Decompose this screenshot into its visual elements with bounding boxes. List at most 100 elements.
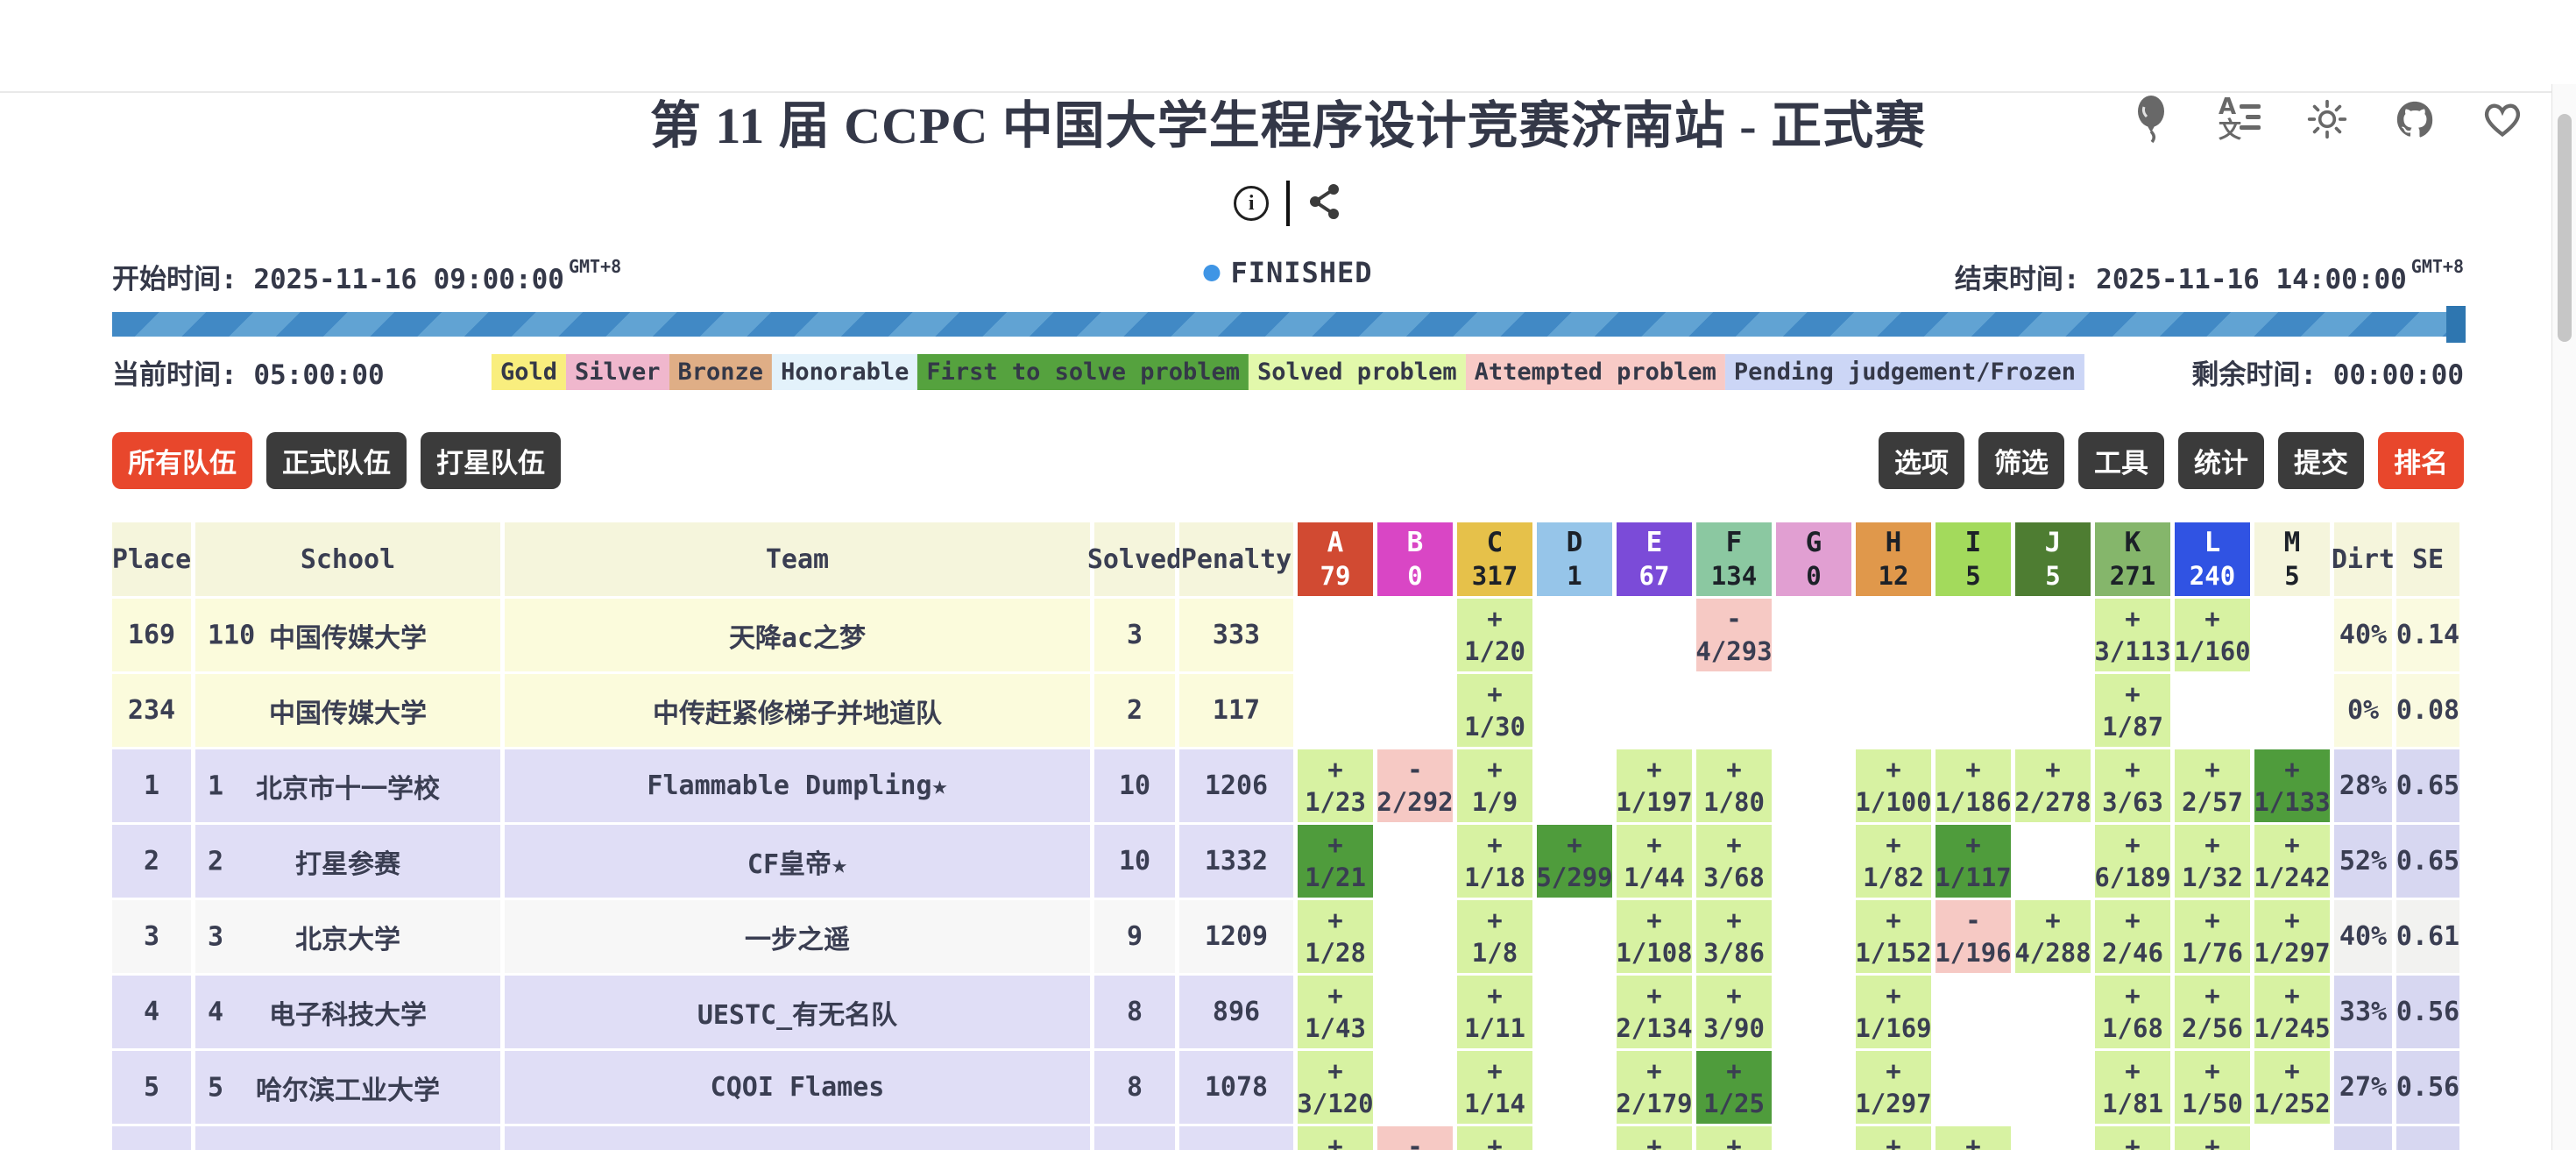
place-cell: 169	[112, 599, 191, 671]
problem-cell-A: +1/111	[1298, 1126, 1373, 1150]
team-cell[interactable]: Flammable Dumpling★	[505, 749, 1090, 822]
problem-cell-J	[2015, 976, 2091, 1048]
team-cell[interactable]: UESTC_有无名队	[505, 976, 1090, 1048]
problem-header-D: D1	[1537, 522, 1612, 596]
problem-cell-B	[1377, 599, 1453, 671]
toolbar-row: 所有队伍正式队伍打星队伍 选项筛选工具统计提交排名	[112, 432, 2464, 489]
problem-cell-C: +1/30	[1457, 674, 1532, 747]
school-cell: 2打星参赛	[195, 825, 500, 898]
problem-cell-M: +1/133	[2254, 749, 2330, 822]
team-name: UESTC_有无名队	[505, 993, 1090, 1032]
team-cell[interactable]: 中传赶紧修梯子并地道队	[505, 674, 1090, 747]
team-row[interactable]: 55哈尔滨工业大学CQOI Flames81078+3/120+1/14+2/1…	[112, 1051, 2464, 1124]
legend-badge: Pending judgement/Frozen	[1725, 354, 2084, 390]
problem-cell-F	[1696, 674, 1772, 747]
problem-cell-M: +1/242	[2254, 825, 2330, 898]
school-rank: 110	[208, 620, 255, 650]
penalty-cell: 333	[1179, 599, 1293, 671]
problem-header-K: K271	[2095, 522, 2170, 596]
action-button[interactable]: 工具	[2078, 432, 2164, 489]
legend-badge: Attempted problem	[1466, 354, 1725, 390]
contest-progress-bar[interactable]	[112, 312, 2464, 337]
problem-cell-L: +1/95	[2175, 1126, 2250, 1150]
problem-cell-K: +2/55	[2095, 1126, 2170, 1150]
problem-cell-C: +1/9	[1457, 749, 1532, 822]
team-cell[interactable]: 一步之遥	[505, 900, 1090, 973]
scrollbar-thumb[interactable]	[2558, 114, 2572, 342]
penalty-cell: 1087	[1179, 1126, 1293, 1150]
school-name: 中国传媒大学	[269, 692, 427, 730]
filter-button[interactable]: 打星队伍	[421, 432, 561, 489]
problem-cell-K: +1/81	[2095, 1051, 2170, 1124]
team-row[interactable]: 234中国传媒大学中传赶紧修梯子并地道队2117+1/30+1/870%0.08	[112, 674, 2464, 747]
school-name: 复旦大学	[295, 1144, 400, 1150]
problem-cell-M: +1/252	[2254, 1051, 2330, 1124]
problem-cell-J	[2015, 674, 2091, 747]
filter-button[interactable]: 所有队伍	[112, 432, 252, 489]
problem-cell-E: +2/193	[1617, 1126, 1692, 1150]
penalty-cell: 1209	[1179, 900, 1293, 973]
team-row[interactable]: 11北京市十一学校Flammable Dumpling★101206+1/23-…	[112, 749, 2464, 822]
problem-cell-C: +1/18	[1457, 825, 1532, 898]
se-cell: 0.56	[2396, 976, 2459, 1048]
favorite-icon[interactable]	[2481, 96, 2523, 142]
team-cell[interactable]: 天降ac之梦	[505, 599, 1090, 671]
school-header: School	[195, 522, 500, 596]
problem-cell-F: +1/25	[1696, 1051, 1772, 1124]
action-button[interactable]: 提交	[2278, 432, 2364, 489]
solved-cell: 10	[1094, 825, 1175, 898]
team-cell[interactable]: CQOI Flames	[505, 1051, 1090, 1124]
team-row[interactable]: 66复旦大学倒头就睡81087+1/111-19/299+2/27+2/193+…	[112, 1126, 2464, 1150]
problem-cell-H: +1/169	[1856, 976, 1931, 1048]
dirt-cell: 33%	[2334, 976, 2392, 1048]
se-cell: 0.65	[2396, 749, 2459, 822]
problem-cell-M	[2254, 1126, 2330, 1150]
school-name: 北京大学	[295, 918, 400, 956]
problem-cell-J	[2015, 825, 2091, 898]
problem-header-H: H12	[1856, 522, 1931, 596]
filter-button[interactable]: 正式队伍	[266, 432, 407, 489]
problem-cell-K: +1/87	[2095, 674, 2170, 747]
translate-icon[interactable]: A文	[2219, 96, 2261, 142]
dirt-cell: 27%	[2334, 1051, 2392, 1124]
balloon-icon[interactable]	[2131, 96, 2173, 142]
legend-badge: Silver	[566, 354, 669, 390]
action-button[interactable]: 选项	[1879, 432, 1964, 489]
github-icon[interactable]	[2394, 96, 2436, 142]
school-rank: 5	[208, 1072, 223, 1103]
team-row[interactable]: 22打星参赛CF皇帝★101332+1/21+1/18+5/299+1/44+3…	[112, 825, 2464, 898]
action-button[interactable]: 筛选	[1978, 432, 2064, 489]
problem-cell-A	[1298, 674, 1373, 747]
problem-cell-H	[1856, 674, 1931, 747]
main-content: 开始时间: 2025-11-16 09:00:00GMT+8 FINISHED …	[0, 256, 2576, 1150]
vertical-scrollbar[interactable]	[2551, 84, 2576, 1150]
school-rank: 1	[208, 770, 223, 801]
problem-cell-M	[2254, 599, 2330, 671]
info-icon[interactable]: i	[1234, 186, 1269, 221]
problem-cell-I: +1/287	[1936, 1126, 2011, 1150]
problem-cell-C: +1/20	[1457, 599, 1532, 671]
problem-cell-L	[2175, 674, 2250, 747]
title-toolbar: i	[0, 181, 2576, 226]
problem-cell-J	[2015, 599, 2091, 671]
team-row[interactable]: 33北京大学一步之遥91209+1/28+1/8+1/108+3/86+1/15…	[112, 900, 2464, 973]
school-rank: 4	[208, 997, 223, 1027]
problem-cell-A: +1/23	[1298, 749, 1373, 822]
problem-cell-K: +3/63	[2095, 749, 2170, 822]
action-button[interactable]: 排名	[2378, 432, 2464, 489]
team-cell[interactable]: CF皇帝★	[505, 825, 1090, 898]
scoreboard-page: A文 第 11 届 CCPC 中国大学生程序设计竞赛济南站 - 正式赛 i 开始…	[0, 84, 2576, 1150]
team-cell[interactable]: 倒头就睡	[505, 1126, 1090, 1150]
team-row[interactable]: 169110中国传媒大学天降ac之梦3333+1/20-4/293+3/113+…	[112, 599, 2464, 671]
start-time: 开始时间: 2025-11-16 09:00:00GMT+8	[112, 256, 621, 296]
legend-badge: First to solve problem	[917, 354, 1249, 390]
action-button[interactable]: 统计	[2178, 432, 2264, 489]
team-row[interactable]: 44电子科技大学UESTC_有无名队8896+1/43+1/11+2/134+3…	[112, 976, 2464, 1048]
team-name: CQOI Flames	[505, 1072, 1090, 1103]
light-mode-icon[interactable]	[2306, 96, 2348, 142]
problem-cell-A: +1/43	[1298, 976, 1373, 1048]
dirt-cell: 40%	[2334, 900, 2392, 973]
problem-cell-B	[1377, 976, 1453, 1048]
problem-cell-E: +1/44	[1617, 825, 1692, 898]
share-icon[interactable]	[1307, 182, 1342, 224]
